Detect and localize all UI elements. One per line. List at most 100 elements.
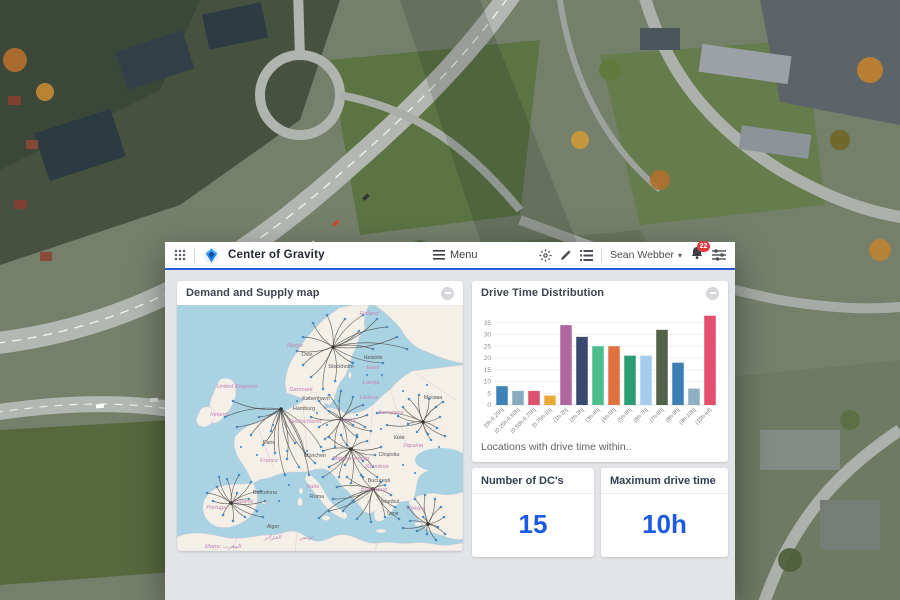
demand-point — [418, 394, 421, 397]
demand-point — [366, 440, 369, 443]
demand-point — [340, 390, 343, 393]
island — [349, 372, 352, 378]
demand-point — [206, 492, 209, 495]
map-label: Roma — [310, 494, 324, 500]
demand-point — [314, 462, 317, 465]
x-axis-tick: (1h-2h] — [553, 407, 570, 424]
demand-point — [322, 388, 325, 391]
demand-point — [444, 533, 447, 536]
map-panel: Demand and Supply map — [177, 281, 463, 551]
demand-point — [338, 400, 340, 402]
demand-point — [236, 426, 239, 429]
demand-point — [302, 336, 305, 339]
demand-point — [356, 414, 358, 416]
demand-point — [366, 414, 369, 417]
notifications-bell[interactable]: 22 — [690, 246, 704, 265]
map-label: Москва — [424, 395, 442, 401]
bar[interactable] — [704, 316, 716, 405]
collapse-button[interactable] — [441, 287, 454, 300]
map-label: Київ — [394, 435, 405, 441]
notification-badge: 22 — [697, 241, 710, 252]
demand-point — [306, 450, 308, 452]
app-logo-gem-icon — [203, 247, 220, 264]
supply-hub[interactable] — [426, 522, 430, 526]
supply-hub[interactable] — [331, 345, 335, 349]
map-label: Istanbul — [381, 499, 400, 505]
demand-point — [444, 435, 447, 438]
demand-point — [442, 401, 445, 404]
demand-point — [232, 400, 235, 403]
edit-pencil-icon[interactable] — [560, 249, 572, 261]
bar[interactable] — [528, 391, 540, 405]
bar[interactable] — [496, 386, 508, 405]
user-menu[interactable]: Sean Webber ▾ — [610, 249, 682, 261]
bar[interactable] — [640, 356, 652, 405]
bar[interactable] — [608, 346, 620, 405]
map-label: Chișinău — [379, 452, 400, 458]
map-label: Ireland — [210, 412, 229, 418]
demand-point — [256, 454, 258, 456]
demand-point — [416, 530, 419, 533]
screenshot-root: Center of Gravity Menu — [0, 0, 900, 600]
map-label: Paris — [263, 440, 276, 446]
supply-hub[interactable] — [349, 447, 353, 451]
map-label: Türkiye — [405, 506, 425, 512]
map-label: Alger — [267, 524, 280, 530]
demand-point — [218, 476, 221, 479]
demand-point — [236, 492, 239, 495]
supply-hub[interactable] — [279, 407, 283, 411]
bar[interactable] — [592, 346, 604, 405]
demand-point — [286, 458, 289, 461]
map-label: Беларусь — [378, 410, 403, 416]
y-axis-tick: 0 — [487, 402, 491, 409]
stat-card-max-drive-time: Maximum drive time 10h — [601, 468, 728, 557]
chart-panel-title: Drive Time Distribution — [481, 287, 604, 299]
map-label: Maroc المغرب — [205, 543, 242, 550]
demand-point — [358, 330, 361, 333]
header-divider — [194, 248, 195, 263]
app-launcher-waffle-icon[interactable] — [174, 249, 186, 261]
demand-point — [338, 476, 341, 479]
menu-button[interactable]: Menu — [433, 249, 478, 261]
map-label: București — [368, 478, 390, 484]
demand-point — [376, 318, 379, 321]
demand-point — [416, 431, 419, 434]
bar[interactable] — [688, 389, 700, 405]
bar[interactable] — [672, 363, 684, 405]
demand-point — [352, 424, 355, 427]
demand-point — [296, 400, 298, 402]
list-view-icon[interactable] — [580, 250, 593, 261]
demand-point — [240, 446, 242, 448]
demand-point — [436, 427, 439, 430]
settings-gear-icon[interactable] — [539, 249, 552, 262]
demand-point — [212, 500, 215, 503]
supply-hub[interactable] — [421, 420, 425, 424]
demand-point — [328, 466, 331, 469]
demand-point — [284, 474, 287, 477]
island — [299, 488, 303, 494]
collapse-button[interactable] — [706, 287, 719, 300]
demand-point — [360, 474, 363, 477]
demand-point — [380, 428, 382, 430]
bar[interactable] — [624, 356, 636, 405]
demand-point — [409, 520, 412, 523]
map-label: Polska — [338, 418, 356, 424]
drive-time-bar-chart: 05101520253035[0h-0.25h](0.25h-0.50h](0.… — [476, 305, 724, 439]
minus-icon — [710, 292, 716, 294]
demand-point — [346, 476, 349, 479]
demand-point — [294, 442, 297, 445]
bar[interactable] — [656, 330, 668, 405]
map-label: Norge — [287, 343, 304, 349]
bar[interactable] — [512, 391, 524, 405]
chart-panel: Drive Time Distribution 05101520253035[0… — [472, 281, 728, 462]
map-label: Eesti — [367, 365, 381, 371]
demand-point — [226, 478, 229, 481]
bar[interactable] — [576, 337, 588, 405]
demand-point — [274, 452, 277, 455]
bar[interactable] — [560, 325, 572, 405]
europe-map[interactable]: FinlandNorgeOsloStockholmHelsinkiEestiLa… — [177, 305, 463, 551]
bar[interactable] — [544, 396, 556, 405]
stat-card-number-of-dcs: Number of DC's 15 — [472, 468, 594, 557]
filter-sliders-icon[interactable] — [712, 249, 726, 261]
demand-point — [370, 521, 373, 524]
